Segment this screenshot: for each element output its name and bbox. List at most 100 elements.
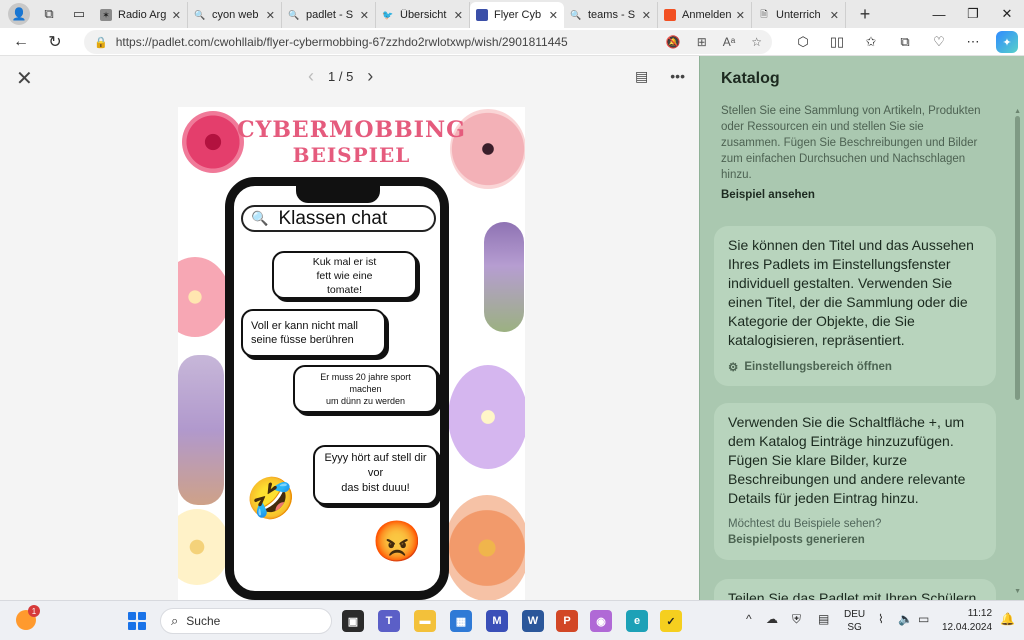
browser-tab[interactable]: ✶ Radio Arg ✕ <box>94 2 188 28</box>
new-tab-button[interactable]: + <box>852 1 878 27</box>
tab-close-icon[interactable]: ✕ <box>736 9 745 22</box>
favorite-star-icon[interactable]: ☆ <box>751 35 762 49</box>
browser-tab[interactable]: 🔍 padlet - S ✕ <box>282 2 376 28</box>
tab-actions-icon[interactable]: ▭ <box>68 3 90 25</box>
lock-icon[interactable]: 🔒 <box>94 36 108 49</box>
collections-icon[interactable]: ⧉ <box>894 31 916 53</box>
mute-icon[interactable]: 🔕 <box>666 35 681 49</box>
flyer-image: CYBERMOBBING BEISPIEL 🔍 Klassen chat Kuk… <box>178 107 525 600</box>
scroll-down-arrow[interactable]: ▼ <box>1014 588 1021 595</box>
page-navigator: ‹ 1 / 5 › <box>308 66 373 87</box>
address-bar: ← ↻ 🔒 https://padlet.com/cwohllaib/flyer… <box>0 28 1024 56</box>
search-icon: ⌕ <box>171 613 179 628</box>
browser-tab[interactable]: 🗎 Unterrich ✕ <box>752 2 846 28</box>
wifi-icon[interactable]: ⌇ <box>878 612 884 626</box>
taskbar-search[interactable]: ⌕ Suche <box>160 608 332 634</box>
system-clock[interactable]: 11:12 12.04.2024 <box>942 607 992 635</box>
tab-label: Radio Arg <box>118 9 167 21</box>
word-icon[interactable]: W <box>522 610 544 632</box>
browser-tab[interactable]: 🔍 teams - S ✕ <box>564 2 658 28</box>
tab-close-icon[interactable]: ✕ <box>830 9 839 22</box>
tab-close-icon[interactable]: ✕ <box>454 9 463 22</box>
phone-illustration: 🔍 Klassen chat Kuk mal er ist fett wie e… <box>225 177 449 600</box>
favorites-icon[interactable]: ✩ <box>860 31 882 53</box>
tab-close-icon[interactable]: ✕ <box>172 9 181 22</box>
notifications-bell-icon[interactable]: 🔔 <box>1000 612 1015 626</box>
details-icon[interactable]: ▤ <box>635 68 648 85</box>
panel-scrollbar[interactable] <box>1015 116 1020 400</box>
copilot-icon[interactable]: ✦ <box>996 31 1018 53</box>
browser-tab[interactable]: 🐦 Übersicht ✕ <box>376 2 470 28</box>
example-link[interactable]: Beispiel ansehen <box>721 189 815 201</box>
browser-tab[interactable]: Anmelden ✕ <box>658 2 752 28</box>
window-controls: — ❐ ✕ <box>922 0 1024 28</box>
performance-icon[interactable]: ♡ <box>928 31 950 53</box>
show-hidden-icons[interactable]: ^ <box>746 612 752 626</box>
tab-favicon: 🔍 <box>194 9 206 21</box>
workspaces-icon[interactable]: ⧉ <box>38 3 60 25</box>
split-screen-icon[interactable]: ▯▯ <box>826 31 848 53</box>
panel-title: Katalog <box>721 70 780 87</box>
back-icon[interactable]: ← <box>8 30 34 54</box>
language-code: DEU <box>844 609 866 620</box>
file-explorer-icon[interactable]: ▬ <box>414 610 436 632</box>
chat-bubble-2: Voll er kann nicht mall seine füsse berü… <box>241 309 386 357</box>
teams-icon[interactable]: T <box>378 610 400 632</box>
close-icon[interactable]: ✕ <box>16 66 33 91</box>
extensions-icon[interactable]: ⬡ <box>792 31 814 53</box>
examples-question: Möchtest du Beispiele sehen? <box>728 518 882 530</box>
onedrive-icon[interactable]: ☁ <box>766 612 778 626</box>
photos-app-icon[interactable]: M <box>486 610 508 632</box>
tab-close-icon[interactable]: ✕ <box>266 9 275 22</box>
tab-close-icon[interactable]: ✕ <box>549 9 558 22</box>
more-menu-icon[interactable]: ⋯ <box>962 31 984 53</box>
angry-face-emoji: 😡 <box>372 520 422 564</box>
battery-icon[interactable]: ▭ <box>918 612 929 626</box>
browser-tab[interactable]: Flyer Cyb ✕ <box>470 2 564 28</box>
tab-close-icon[interactable]: ✕ <box>360 9 369 22</box>
add-entries-card-text: Verwenden Sie die Schaltfläche +, um dem… <box>728 414 966 506</box>
chat-bubble-1: Kuk mal er ist fett wie eine tomate! <box>272 251 417 299</box>
next-page-icon[interactable]: › <box>367 66 373 87</box>
apps-icon[interactable]: ⊞ <box>697 35 707 49</box>
settings-card: Sie können den Titel und das Aussehen Ih… <box>714 226 996 386</box>
tab-label: Flyer Cyb <box>494 9 542 21</box>
edge-icon[interactable]: e <box>626 610 648 632</box>
defender-icon[interactable]: ⛨ <box>792 612 801 627</box>
minimize-icon[interactable]: — <box>922 0 956 28</box>
tab-favicon: 🔍 <box>288 9 300 21</box>
panel-description: Stellen Sie eine Sammlung von Artikeln, … <box>721 105 981 181</box>
restore-icon[interactable]: ❐ <box>956 0 990 28</box>
chat-bubble-4: Eyyy hört auf stell dir vor das bist duu… <box>313 445 438 505</box>
more-options-icon[interactable]: ••• <box>670 68 685 85</box>
camera-app-icon[interactable]: ◉ <box>590 610 612 632</box>
share-card-text: Teilen Sie das Padlet mit Ihren Schülern <box>728 590 977 600</box>
profile-icon[interactable]: 👤 <box>8 3 30 25</box>
tab-close-icon[interactable]: ✕ <box>642 9 651 22</box>
task-view-icon[interactable]: ▣ <box>342 610 364 632</box>
start-icon[interactable] <box>128 612 146 630</box>
settings-card-text: Sie können den Titel und das Aussehen Ih… <box>728 237 974 348</box>
language-indicator[interactable]: DEU SG <box>844 608 865 634</box>
vpn-icon[interactable]: ▤ <box>818 612 829 626</box>
refresh-icon[interactable]: ↻ <box>42 30 68 54</box>
previous-page-icon[interactable]: ‹ <box>308 66 314 87</box>
close-window-icon[interactable]: ✕ <box>990 0 1024 28</box>
viewer-tools: ▤ ••• <box>635 68 685 85</box>
volume-icon[interactable]: 🔈 <box>898 612 913 626</box>
browser-tab[interactable]: 🔍 cyon web ✕ <box>188 2 282 28</box>
powerpoint-icon[interactable]: P <box>556 610 578 632</box>
url-field[interactable]: 🔒 https://padlet.com/cwohllaib/flyer-cyb… <box>84 30 772 54</box>
magnifier-icon: 🔍 <box>251 210 269 226</box>
tab-favicon: 🗎 <box>758 9 770 21</box>
scroll-up-arrow[interactable]: ▲ <box>1014 108 1021 115</box>
search-label: Suche <box>186 614 221 628</box>
read-aloud-icon[interactable]: Aᵃ <box>723 35 735 49</box>
tab-strip: 👤 ⧉ ▭ ✶ Radio Arg ✕ 🔍 cyon web ✕ 🔍 padlet - S ✕ 🐦… <box>0 0 1024 28</box>
norton-icon[interactable]: ✓ <box>660 610 682 632</box>
open-settings-button[interactable]: ⚙ Einstellungsbereich öffnen <box>728 360 982 374</box>
generate-examples-button[interactable]: Beispielposts generieren <box>728 534 982 546</box>
store-icon[interactable]: ▦ <box>450 610 472 632</box>
laughing-face-emoji: 🤣 <box>246 477 296 521</box>
tab-favicon: ✶ <box>100 9 112 21</box>
